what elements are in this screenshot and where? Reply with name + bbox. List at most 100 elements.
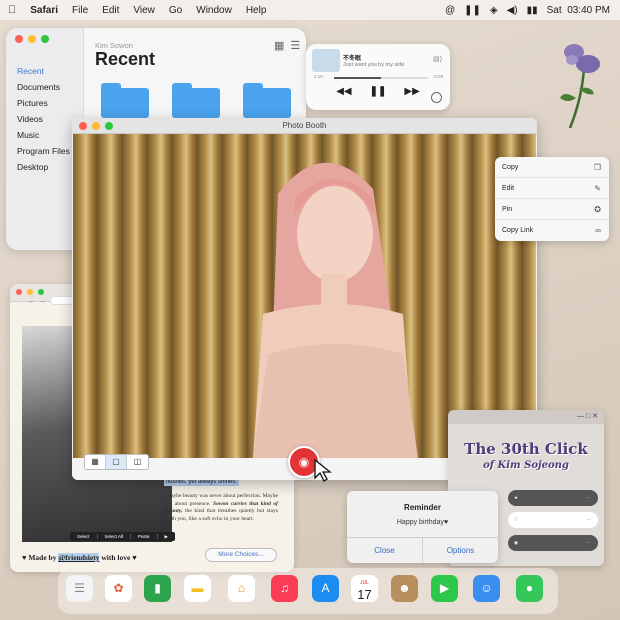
menu-help[interactable]: Help (246, 5, 267, 16)
context-item-edit[interactable]: Edit ✎ (495, 178, 609, 199)
close-button[interactable]: Close (347, 538, 423, 563)
minimize-window-icon[interactable] (27, 289, 33, 295)
heart-icon: ♡ (514, 517, 519, 522)
made-tag[interactable]: @friendsiety (58, 553, 100, 562)
clock-day: Sat (546, 4, 562, 16)
album-art (312, 49, 340, 72)
menu-file[interactable]: File (72, 5, 88, 16)
panel-subtitle: of Kim Sojeong (483, 460, 569, 471)
more-arrow-icon[interactable]: ▶ (158, 534, 175, 540)
sidebar-item-documents[interactable]: Documents (17, 79, 70, 95)
list-view-icon[interactable]: ☰ (290, 39, 300, 52)
photos-app-icon[interactable]: ✿ (105, 575, 132, 602)
fast-forward-icon[interactable]: ▶▶ (404, 86, 419, 97)
at-icon[interactable]: @ (445, 5, 455, 16)
lavender-flower-decoration (560, 44, 600, 129)
folder-icon[interactable] (243, 83, 291, 118)
menu-app-name[interactable]: Safari (30, 5, 58, 16)
playback-controls: ◀◀ ❚❚ ▶▶ (306, 86, 450, 97)
menu-bar:  Safari File Edit View Go Window Help @… (0, 0, 620, 20)
select-all-menu-item[interactable]: Select All (98, 534, 132, 539)
calendar-app-icon[interactable]: JUL 17 (351, 575, 378, 602)
sidebar-item-videos[interactable]: Videos (17, 111, 70, 127)
zoom-window-icon[interactable] (41, 35, 49, 43)
speaker-icon[interactable]: ▤) (433, 55, 442, 63)
wifi-icon[interactable]: ◈ (490, 5, 498, 16)
airplay-icon[interactable] (431, 92, 442, 103)
notes-app-icon[interactable]: ▬ (184, 575, 211, 602)
volume-icon[interactable]: ◀) (507, 5, 518, 16)
menu-window[interactable]: Window (196, 5, 232, 16)
more-choices-button[interactable]: More Choices... (205, 548, 277, 562)
menu-go[interactable]: Go (169, 5, 182, 16)
numbers-app-icon[interactable]: ▮ (144, 575, 171, 602)
close-window-icon[interactable] (16, 289, 22, 295)
window-controls (15, 35, 49, 43)
grid-view-icon[interactable]: ▦ (274, 39, 284, 52)
context-menu: Copy ❐ Edit ✎ Pin ✪ Copy Link ∞ (495, 157, 609, 241)
sidebar-item-music[interactable]: Music (17, 127, 70, 143)
sidebar-item-recent[interactable]: Recent (17, 63, 70, 79)
panel-window-icons[interactable]: — □ ✕ (577, 413, 598, 420)
camera-icon: ◉ (298, 455, 310, 469)
star-icon: ★ (514, 495, 519, 500)
playlist-pill[interactable]: ◉ ··· (508, 535, 598, 551)
more-dots-icon: ··· (586, 517, 592, 522)
clock-time: 03:40 PM (567, 4, 610, 16)
reminders-app-icon[interactable]: ☰ (66, 575, 93, 602)
calendar-day: 17 (357, 587, 372, 602)
context-item-copy[interactable]: Copy ❐ (495, 157, 609, 178)
strip-view-icon[interactable]: ◫ (127, 455, 148, 469)
context-item-label: Pin (502, 206, 513, 213)
options-button[interactable]: Options (423, 538, 498, 563)
progress-fill (334, 77, 381, 79)
sidebar-item-pictures[interactable]: Pictures (17, 95, 70, 111)
battery-icon[interactable]: ▮▮ (527, 5, 538, 16)
reminder-message: Happy birthday♥ (396, 519, 449, 526)
context-item-copy-link[interactable]: Copy Link ∞ (495, 220, 609, 241)
rewind-icon[interactable]: ◀◀ (336, 86, 351, 97)
article-paragraph: Maybe beauty was never about perfection.… (166, 493, 278, 523)
apple-menu-icon[interactable]:  (8, 4, 16, 16)
headphones-icon: ◉ (514, 540, 518, 545)
pause-icon[interactable]: ❚❚ (370, 86, 387, 97)
panel-title: The 30th Click (464, 440, 588, 458)
back-forward-icon[interactable]: ← → (28, 296, 46, 305)
home-app-icon[interactable]: ⌂ (228, 575, 255, 602)
view-toggle: ▦ ☰ (274, 39, 300, 52)
song-title: 不冬眠 (343, 56, 362, 62)
select-menu-item[interactable]: Select (70, 534, 98, 539)
reminder-buttons: Close Options (347, 537, 498, 563)
folder-icon[interactable] (101, 83, 149, 118)
playlist-pill[interactable]: ♡ ··· (508, 512, 598, 528)
single-view-icon[interactable]: ▢ (106, 455, 127, 469)
app-store-icon[interactable]: A (312, 575, 339, 602)
paste-menu-item[interactable]: Paste (131, 534, 158, 539)
pointer-cursor-icon (314, 458, 332, 482)
reminder-title: Reminder (404, 503, 441, 512)
playlist-pill[interactable]: ★ ··· (508, 490, 598, 506)
sidebar-item-desktop[interactable]: Desktop (17, 159, 70, 175)
four-up-view-icon[interactable]: ▦ (85, 455, 106, 469)
progress-bar[interactable] (334, 77, 428, 79)
folder-icon[interactable] (172, 83, 220, 118)
music-app-icon[interactable]: ♫ (271, 575, 298, 602)
finder-title: Recent (95, 49, 156, 69)
close-window-icon[interactable] (15, 35, 23, 43)
menu-view[interactable]: View (133, 5, 155, 16)
facetime-app-icon[interactable]: ▶ (431, 575, 458, 602)
pause-icon[interactable]: ❚❚ (464, 5, 481, 16)
zoom-window-icon[interactable] (38, 289, 44, 295)
context-item-pin[interactable]: Pin ✪ (495, 199, 609, 220)
minimize-window-icon[interactable] (28, 35, 36, 43)
text-selection-menu: Select Select All Paste ▶ (70, 532, 176, 541)
menu-edit[interactable]: Edit (102, 5, 119, 16)
messages-app-icon[interactable]: ● (516, 575, 543, 602)
link-icon: ∞ (595, 226, 601, 235)
remaining-time: -2:09 (432, 74, 443, 79)
sidebar-item-program-files[interactable]: Program Files (17, 143, 70, 159)
contacts-app-icon[interactable]: ☻ (391, 575, 418, 602)
finder-app-icon[interactable]: ☺ (473, 575, 500, 602)
status-area: @ ❚❚ ◈ ◀) ▮▮ Sat 03:40 PM (445, 0, 610, 20)
photo-booth-title: Photo Booth (282, 121, 327, 130)
